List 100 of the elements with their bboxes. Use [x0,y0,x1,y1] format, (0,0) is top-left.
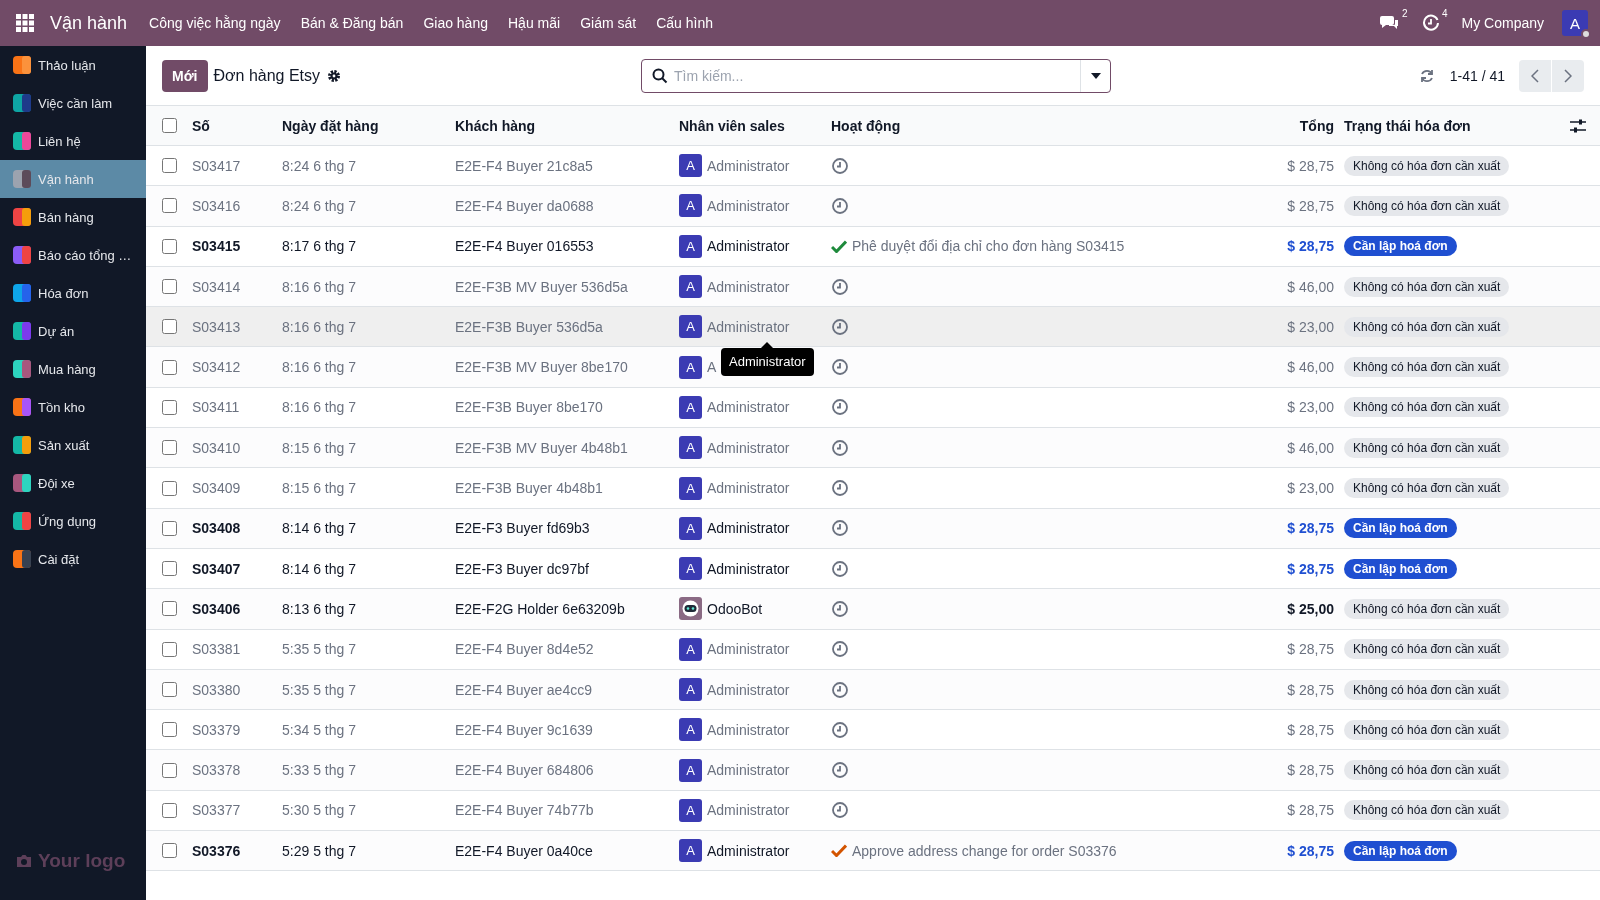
row-checkbox[interactable] [162,158,177,174]
column-header[interactable]: Ngày đặt hàng [282,117,455,134]
apps-grid-icon[interactable] [16,14,34,32]
row-checkbox[interactable] [162,722,177,738]
clock-icon[interactable] [831,801,849,820]
sidebar-item[interactable]: Tồn kho [0,388,146,426]
user-avatar[interactable]: A [1562,10,1588,36]
gear-icon[interactable] [327,68,342,83]
salesperson-name: Administrator [707,721,790,738]
clock-icon[interactable] [831,761,849,780]
clock-icon[interactable] [831,479,849,497]
sidebar-item[interactable]: Đội xe [0,464,146,502]
row-checkbox[interactable] [162,399,177,415]
column-header[interactable]: Trạng thái hóa đơn [1344,117,1570,134]
sidebar-item[interactable]: Việc cần làm [0,84,146,122]
search-field[interactable]: Tìm kiếm... [668,59,1081,92]
clock-icon[interactable] [831,398,849,417]
row-checkbox[interactable] [162,198,177,214]
column-header[interactable]: Số [192,117,282,134]
menu-item[interactable]: Công việc hằng ngày [149,15,281,31]
sidebar-item[interactable]: Báo cáo tổng … [0,236,146,274]
order-date: 8:16 6 thg 7 [282,359,357,376]
clock-icon[interactable] [831,720,849,739]
clock-icon[interactable] [831,156,849,175]
row-checkbox[interactable] [162,561,177,577]
invoice-status-tag: Không có hóa đơn cần xuất [1344,478,1510,498]
row-checkbox[interactable] [162,762,177,778]
column-header[interactable]: Nhân viên sales [679,117,831,134]
invoice-status-tag: Không có hóa đơn cần xuất [1344,800,1510,821]
order-number: S03407 [192,560,242,577]
column-header[interactable]: Hoạt động [831,117,1226,134]
app-tile-icon [12,207,32,227]
customer-name: E2E-F3B Buyer 4b48b1 [455,480,604,496]
row-checkbox[interactable] [162,319,177,335]
salesperson-name: Administrator [707,842,790,859]
app-tile-icon [12,473,32,493]
app-title[interactable]: Vận hành [50,12,128,34]
order-number: S03409 [192,480,242,496]
menu-item[interactable]: Hậu mãi [508,15,561,31]
new-button[interactable]: Mới [162,59,208,92]
caret-icon [1090,72,1101,79]
row-checkbox[interactable] [162,359,177,375]
sidebar-item[interactable]: Ứng dụng [0,502,146,540]
row-checkbox[interactable] [162,480,177,496]
app-tile-icon [12,511,32,531]
activity-text[interactable]: Phê duyệt đổi địa chỉ cho đơn hàng S03415 [852,238,1125,255]
clock-icon[interactable] [831,277,849,296]
column-header[interactable]: Tổng [1226,117,1344,134]
company-name[interactable]: My Company [1461,15,1544,31]
order-number: S03406 [192,600,242,617]
order-date: 8:16 6 thg 7 [282,278,357,295]
sidebar-item[interactable]: Mua hàng [0,350,146,388]
app-tile-icon [12,321,32,341]
menu-item[interactable]: Giao hàng [423,15,488,31]
row-checkbox[interactable] [162,843,177,859]
menu-item[interactable]: Giám sát [580,15,637,31]
row-checkbox[interactable] [162,440,177,456]
user-avatar: A [679,839,702,863]
sidebar-item[interactable]: Liên hệ [0,122,146,160]
search-bar[interactable]: Tìm kiếm... [641,58,1112,93]
row-checkbox[interactable] [162,641,177,657]
clock-icon[interactable] [831,640,849,659]
clock-icon[interactable] [831,559,849,578]
row-checkbox[interactable] [162,682,177,697]
clock-icon[interactable] [831,680,849,699]
order-total: $ 28,75 [1286,681,1335,698]
sliders-icon[interactable] [1570,118,1586,133]
row-checkbox[interactable] [162,279,177,295]
clock-icon[interactable] [831,438,849,457]
order-number: S03378 [192,762,242,779]
pager-value[interactable]: 1-41 / 41 [1449,67,1505,84]
order-date: 5:35 5 thg 7 [282,681,357,698]
sidebar-item[interactable]: Cài đặt [0,540,146,578]
row-checkbox[interactable] [162,238,177,254]
clock-icon[interactable] [831,196,849,215]
user-avatar: A [679,516,702,540]
row-checkbox[interactable] [162,520,177,536]
clock-icon[interactable] [831,599,849,618]
sidebar-item[interactable]: Dự án [0,312,146,350]
menu-item[interactable]: Bán & Đăng bán [300,15,404,31]
row-checkbox[interactable] [162,802,177,818]
salesperson-name: OdooBot [707,600,763,617]
activity-text[interactable]: Approve address change for order S03376 [852,842,1117,859]
select-all-checkbox[interactable] [162,118,177,133]
column-header[interactable]: Khách hàng [455,117,679,134]
user-avatar: A [679,395,702,419]
clock-icon[interactable] [831,358,849,377]
clock-icon[interactable] [831,519,849,538]
sidebar-item[interactable]: Sản xuất [0,426,146,464]
customer-name: E2E-F3B Buyer 536d5a [455,318,604,335]
sidebar-item[interactable]: Thảo luận [0,46,146,84]
sidebar-item[interactable]: Hóa đơn [0,274,146,312]
salesperson-name: Administrator [707,520,790,537]
refresh-icon[interactable] [1419,68,1434,83]
order-total: $ 28,75 [1286,157,1335,174]
sidebar-item[interactable]: Bán hàng [0,198,146,236]
row-checkbox[interactable] [162,601,177,617]
menu-item[interactable]: Cấu hình [656,15,713,31]
clock-icon[interactable] [831,317,849,336]
search-icon [652,67,669,84]
